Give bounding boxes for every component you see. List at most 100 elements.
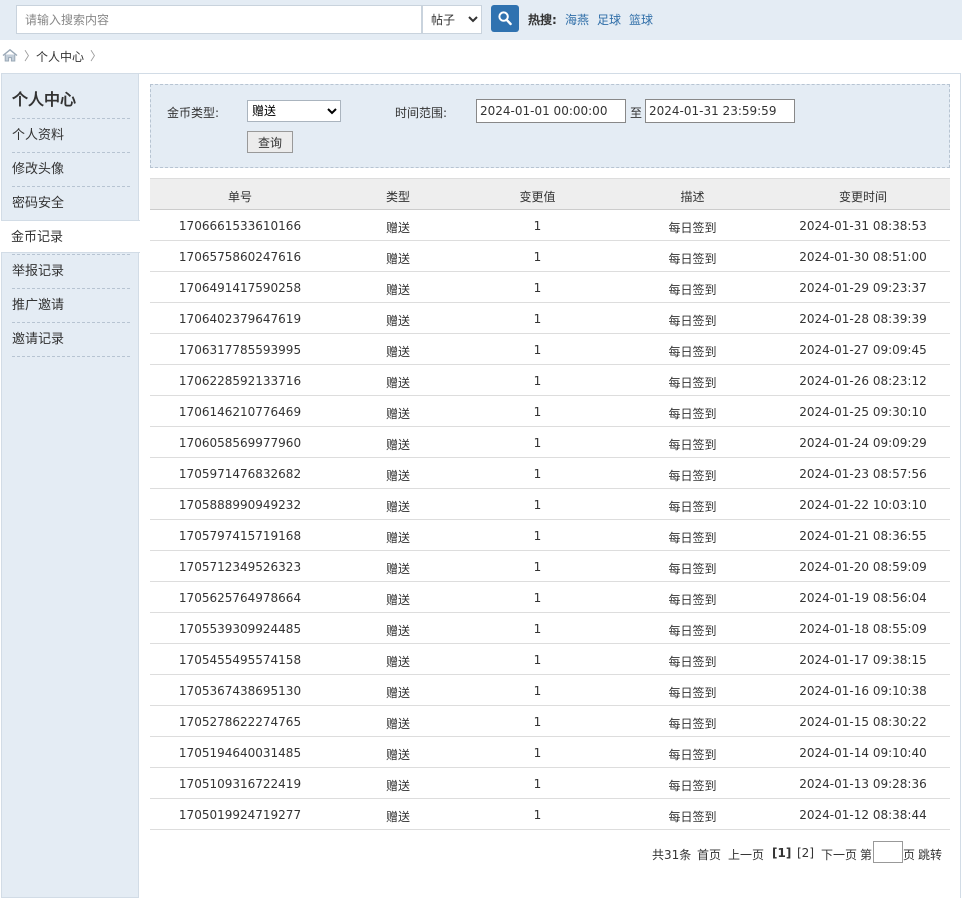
pagination-jump[interactable]: 跳转 <box>918 846 942 863</box>
cell-description: 每日签到 <box>668 438 717 452</box>
pagination-first[interactable]: 首页 <box>697 846 721 863</box>
cell-type: 赠送 <box>385 655 410 669</box>
cell-change: 1 <box>533 374 542 388</box>
cell-change: 1 <box>533 653 542 667</box>
cell-description: 每日签到 <box>668 810 717 824</box>
time-range-label: 时间范围: <box>395 106 448 120</box>
cell-order-no: 1705712349526323 <box>178 560 302 574</box>
cell-time: 2024-01-23 08:57:56 <box>799 467 927 481</box>
sidebar-item-reports[interactable]: 举报记录 <box>12 254 130 287</box>
cell-description: 每日签到 <box>668 407 717 421</box>
cell-type: 赠送 <box>385 531 410 545</box>
cell-description: 每日签到 <box>668 748 717 762</box>
sidebar-item-promote[interactable]: 推广邀请 <box>12 288 130 321</box>
pagination-current-page: [1] <box>772 846 792 860</box>
column-header-change: 变更值 <box>519 190 556 204</box>
cell-time: 2024-01-17 09:38:15 <box>799 653 927 667</box>
cell-change: 1 <box>533 498 542 512</box>
cell-time: 2024-01-24 09:09:29 <box>799 436 927 450</box>
cell-order-no: 1706317785593995 <box>178 343 302 357</box>
hot-search-link[interactable]: 篮球 <box>629 11 653 28</box>
cell-time: 2024-01-26 08:23:12 <box>799 374 927 388</box>
cell-description: 每日签到 <box>668 624 717 638</box>
cell-type: 赠送 <box>385 779 410 793</box>
table-row: 1705367438695130 赠送 1 每日签到 2024-01-16 09:10:… <box>150 675 950 706</box>
pagination-page-input[interactable] <box>873 841 903 863</box>
column-header-time: 变更时间 <box>838 190 887 204</box>
cell-description: 每日签到 <box>668 562 717 576</box>
cell-description: 每日签到 <box>668 221 717 235</box>
sidebar-item-coin-records[interactable]: 金币记录 <box>1 220 140 253</box>
cell-order-no: 1706661533610166 <box>178 219 302 233</box>
table-row: 1705019924719277 赠送 1 每日签到 2024-01-12 08:38:… <box>150 799 950 830</box>
cell-type: 赠送 <box>385 221 410 235</box>
cell-order-no: 1706575860247616 <box>178 250 302 264</box>
sidebar-item-profile[interactable]: 个人资料 <box>12 118 130 151</box>
cell-description: 每日签到 <box>668 779 717 793</box>
cell-order-no: 1706058569977960 <box>178 436 302 450</box>
cell-description: 每日签到 <box>668 314 717 328</box>
coin-type-label: 金币类型: <box>167 106 220 120</box>
cell-description: 每日签到 <box>668 376 717 390</box>
cell-description: 每日签到 <box>668 469 717 483</box>
cell-time: 2024-01-13 09:28:36 <box>799 777 927 791</box>
cell-description: 每日签到 <box>668 717 717 731</box>
search-input[interactable] <box>16 5 422 34</box>
cell-order-no: 1705109316722419 <box>178 777 302 791</box>
pagination-next[interactable]: 下一页 <box>821 846 857 863</box>
cell-order-no: 1705194640031485 <box>178 746 302 760</box>
table-row: 1706228592133716 赠送 1 每日签到 2024-01-26 08:23:… <box>150 365 950 396</box>
cell-change: 1 <box>533 777 542 791</box>
cell-type: 赠送 <box>385 252 410 266</box>
cell-change: 1 <box>533 529 542 543</box>
cell-time: 2024-01-18 08:55:09 <box>799 622 927 636</box>
cell-change: 1 <box>533 560 542 574</box>
table-row: 1705625764978664 赠送 1 每日签到 2024-01-19 08:56:… <box>150 582 950 613</box>
table-row: 1705539309924485 赠送 1 每日签到 2024-01-18 08:55:… <box>150 613 950 644</box>
home-icon[interactable] <box>2 49 18 62</box>
start-time-input[interactable] <box>476 99 626 123</box>
cell-order-no: 1705539309924485 <box>178 622 302 636</box>
pagination-goto-suffix: 页 <box>903 848 916 862</box>
sidebar-item-avatar[interactable]: 修改头像 <box>12 152 130 185</box>
cell-time: 2024-01-15 08:30:22 <box>799 715 927 729</box>
cell-type: 赠送 <box>385 469 410 483</box>
breadcrumb-item[interactable]: 个人中心 <box>36 48 84 65</box>
cell-order-no: 1705797415719168 <box>178 529 302 543</box>
cell-order-no: 1706491417590258 <box>178 281 302 295</box>
cell-description: 每日签到 <box>668 686 717 700</box>
column-header-order-no: 单号 <box>227 190 252 204</box>
cell-description: 每日签到 <box>668 345 717 359</box>
sidebar-title: 个人中心 <box>12 90 77 109</box>
cell-time: 2024-01-22 10:03:10 <box>799 498 927 512</box>
cell-description: 每日签到 <box>668 252 717 266</box>
table-row: 1705712349526323 赠送 1 每日签到 2024-01-20 08:59:… <box>150 551 950 582</box>
sidebar-item-password[interactable]: 密码安全 <box>12 186 130 219</box>
coin-type-select[interactable]: 赠送 <box>247 100 341 122</box>
sidebar-divider <box>12 356 130 357</box>
pagination-page-2[interactable]: [2] <box>797 846 814 860</box>
search-type-select[interactable]: 帖子 <box>422 5 482 34</box>
cell-type: 赠送 <box>385 407 410 421</box>
table-row: 1706317785593995 赠送 1 每日签到 2024-01-27 09:09:… <box>150 334 950 365</box>
cell-time: 2024-01-14 09:10:40 <box>799 746 927 760</box>
cell-type: 赠送 <box>385 624 410 638</box>
table-row: 1705971476832682 赠送 1 每日签到 2024-01-23 08:57:… <box>150 458 950 489</box>
pagination-prev[interactable]: 上一页 <box>728 846 764 863</box>
cell-type: 赠送 <box>385 810 410 824</box>
cell-type: 赠送 <box>385 686 410 700</box>
cell-change: 1 <box>533 250 542 264</box>
cell-time: 2024-01-21 08:36:55 <box>799 529 927 543</box>
cell-time: 2024-01-12 08:38:44 <box>799 808 927 822</box>
cell-type: 赠送 <box>385 748 410 762</box>
end-time-input[interactable] <box>645 99 795 123</box>
table-row: 1705109316722419 赠送 1 每日签到 2024-01-13 09:28:… <box>150 768 950 799</box>
cell-order-no: 1706228592133716 <box>178 374 302 388</box>
sidebar-item-invite-records[interactable]: 邀请记录 <box>12 322 130 355</box>
hot-search-link[interactable]: 足球 <box>597 11 621 28</box>
hot-search-link[interactable]: 海燕 <box>565 11 589 28</box>
search-button[interactable] <box>491 5 519 32</box>
table-row: 1705455495574158 赠送 1 每日签到 2024-01-17 09:38:… <box>150 644 950 675</box>
filter-panel <box>150 84 950 168</box>
query-button[interactable]: 查询 <box>247 131 293 153</box>
